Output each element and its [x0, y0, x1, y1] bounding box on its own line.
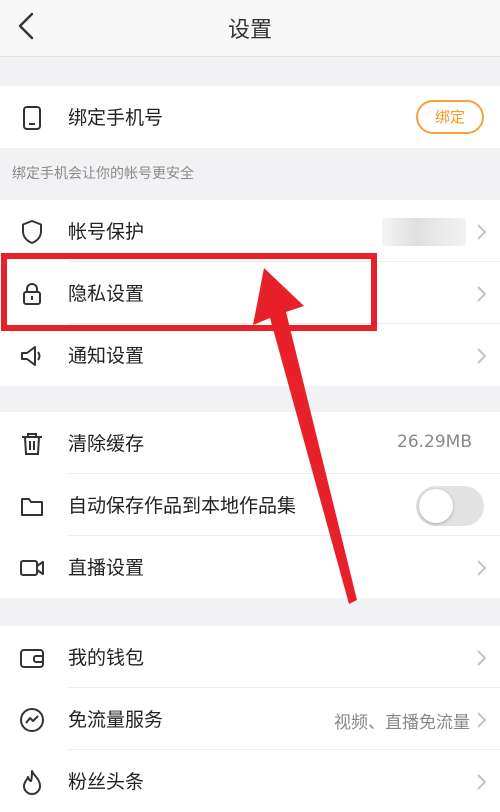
privacy-settings-label: 隐私设置 [68, 283, 145, 305]
bind-button[interactable]: 绑定 [416, 100, 484, 134]
row-bind-phone[interactable]: 绑定手机号 绑定 [0, 86, 500, 148]
bind-phone-hint: 绑定手机会让你的帐号更安全 [12, 166, 194, 182]
wallet-label: 我的钱包 [68, 647, 145, 669]
trend-icon [20, 708, 44, 732]
phone-icon [23, 106, 41, 130]
page-title: 设置 [227, 18, 272, 43]
services-group: 我的钱包 免流量服务 视频、直播免流量 粉丝头条 [0, 626, 500, 812]
row-free-data[interactable]: 免流量服务 视频、直播免流量 [0, 688, 500, 750]
blurred-value [382, 218, 466, 246]
bind-phone-label: 绑定手机号 [68, 107, 164, 129]
row-live-settings[interactable]: 直播设置 [0, 536, 500, 598]
storage-group: 清除缓存 26.29MB 自动保存作品到本地作品集 直播设置 [0, 412, 500, 598]
nav-bar: 设置 [0, 0, 500, 57]
auto-save-toggle[interactable] [416, 486, 484, 526]
free-data-value: 视频、直播免流量 [334, 713, 470, 733]
auto-save-label: 自动保存作品到本地作品集 [68, 495, 297, 517]
account-protection-label: 帐号保护 [68, 221, 145, 243]
chevron-right-icon [477, 774, 487, 790]
row-privacy-settings[interactable]: 隐私设置 [0, 262, 500, 324]
chevron-right-icon [477, 348, 487, 364]
notification-settings-label: 通知设置 [68, 345, 145, 367]
flame-icon [23, 770, 41, 795]
cache-size: 26.29MB [397, 432, 472, 452]
phone-group: 绑定手机号 绑定 [0, 86, 500, 148]
free-data-label: 免流量服务 [68, 709, 164, 731]
row-auto-save: 自动保存作品到本地作品集 [0, 474, 500, 536]
chevron-right-icon [477, 712, 487, 728]
fan-headlines-label: 粉丝头条 [68, 771, 145, 793]
lock-icon [23, 283, 41, 305]
trash-icon [22, 433, 42, 455]
row-wallet[interactable]: 我的钱包 [0, 626, 500, 688]
video-camera-icon [20, 560, 44, 576]
wallet-icon [20, 649, 44, 668]
chevron-right-icon [477, 224, 487, 240]
row-clear-cache[interactable]: 清除缓存 26.29MB [0, 412, 500, 474]
row-notification-settings[interactable]: 通知设置 [0, 324, 500, 386]
speaker-icon [21, 346, 41, 366]
chevron-right-icon [477, 650, 487, 666]
chevron-right-icon [477, 560, 487, 576]
chevron-right-icon [477, 286, 487, 302]
toggle-knob [419, 489, 453, 523]
row-fan-headlines[interactable]: 粉丝头条 [0, 750, 500, 812]
clear-cache-label: 清除缓存 [68, 433, 145, 455]
shield-icon [22, 220, 42, 244]
row-account-protection[interactable]: 帐号保护 [0, 200, 500, 262]
security-group: 帐号保护 隐私设置 通知设置 [0, 200, 500, 386]
live-settings-label: 直播设置 [68, 557, 145, 579]
folder-icon [21, 498, 43, 516]
